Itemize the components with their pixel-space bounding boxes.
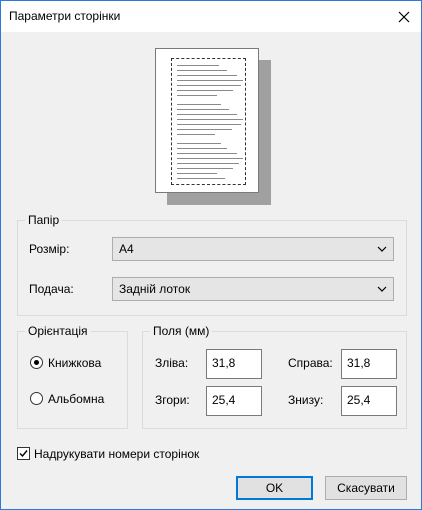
margin-right-label: Справа: bbox=[288, 356, 333, 370]
close-button[interactable] bbox=[387, 1, 421, 32]
checkmark-icon bbox=[19, 450, 28, 458]
preview-text-line bbox=[177, 168, 233, 169]
ok-button[interactable]: OK bbox=[236, 476, 313, 500]
preview-text-line bbox=[177, 153, 237, 154]
radio-selected-dot bbox=[34, 360, 39, 365]
cancel-button[interactable]: Скасувати bbox=[325, 476, 407, 500]
page-preview-sheet bbox=[155, 48, 259, 193]
orientation-portrait-label[interactable]: Книжкова bbox=[48, 356, 101, 370]
preview-text-line bbox=[177, 85, 241, 86]
preview-text-line bbox=[177, 65, 219, 66]
margin-bottom-input[interactable]: 25,4 bbox=[341, 386, 397, 416]
preview-text-line bbox=[177, 124, 241, 125]
chevron-down-icon bbox=[377, 246, 387, 252]
margins-group-label: Поля (мм) bbox=[153, 324, 210, 338]
orientation-group-label: Орієнтація bbox=[28, 324, 88, 338]
preview-text-line bbox=[177, 163, 239, 164]
title-bar: Параметри сторінки bbox=[1, 1, 421, 32]
preview-text-line bbox=[177, 80, 243, 81]
margin-left-label: Зліва: bbox=[155, 356, 189, 370]
margin-left-input[interactable]: 31,8 bbox=[206, 349, 262, 379]
preview-text-line bbox=[177, 75, 237, 76]
preview-text-line bbox=[177, 148, 227, 149]
paper-size-value: A4 bbox=[119, 242, 134, 256]
preview-text-line bbox=[177, 178, 225, 179]
preview-text-line bbox=[177, 173, 217, 174]
preview-text-line bbox=[177, 90, 233, 91]
preview-text-line bbox=[177, 104, 221, 105]
preview-text-line bbox=[177, 134, 215, 135]
margin-bottom-label: Знизу: bbox=[288, 393, 324, 407]
paper-source-label: Подача: bbox=[29, 282, 74, 296]
paper-source-select[interactable]: Задній лоток bbox=[112, 277, 394, 301]
chevron-down-icon bbox=[377, 286, 387, 292]
page-preview-margins bbox=[171, 58, 246, 185]
preview-text-line bbox=[177, 114, 237, 115]
preview-text-line bbox=[177, 129, 232, 130]
page-setup-dialog: Параметри сторінки Папір Розмір: A4 Пода… bbox=[0, 0, 422, 510]
close-icon bbox=[398, 11, 410, 22]
orientation-landscape-label[interactable]: Альбомна bbox=[48, 392, 104, 406]
preview-text-line bbox=[177, 143, 221, 144]
paper-source-value: Задній лоток bbox=[119, 282, 191, 296]
print-page-numbers-checkbox[interactable] bbox=[17, 447, 30, 460]
window-title: Параметри сторінки bbox=[9, 9, 121, 23]
preview-text-line bbox=[177, 109, 229, 110]
print-page-numbers-label[interactable]: Надрукувати номери сторінок bbox=[34, 447, 199, 461]
margin-top-label: Згори: bbox=[155, 393, 190, 407]
preview-text-line bbox=[177, 70, 227, 71]
preview-text-line bbox=[177, 158, 243, 159]
orientation-landscape-radio[interactable] bbox=[30, 392, 43, 405]
orientation-group: Орієнтація bbox=[17, 324, 128, 429]
margin-top-input[interactable]: 25,4 bbox=[206, 386, 262, 416]
orientation-portrait-radio[interactable] bbox=[30, 356, 43, 369]
margin-right-input[interactable]: 31,8 bbox=[341, 349, 397, 379]
paper-group-label: Папір bbox=[28, 213, 60, 227]
preview-text-line bbox=[177, 119, 243, 120]
paper-size-select[interactable]: A4 bbox=[112, 237, 394, 261]
paper-size-label: Розмір: bbox=[29, 242, 70, 256]
preview-text-line bbox=[177, 95, 217, 96]
